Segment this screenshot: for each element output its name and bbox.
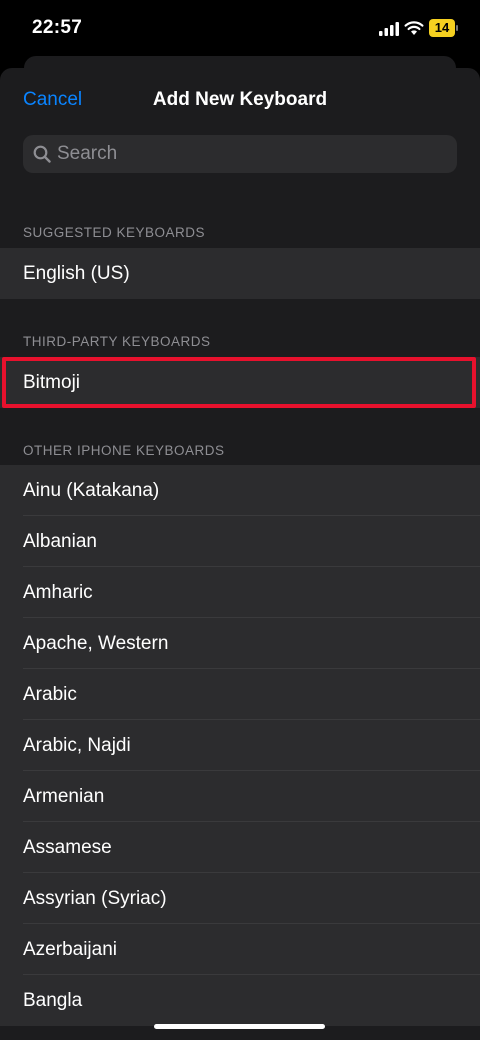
keyboard-row[interactable]: Arabic: [0, 669, 480, 720]
keyboard-label: Arabic, Najdi: [23, 735, 131, 756]
status-bar: 22:57 14: [0, 0, 480, 58]
keyboard-row[interactable]: Bangla: [0, 975, 480, 1026]
keyboard-label: Azerbaijani: [23, 939, 117, 960]
keyboard-row[interactable]: Ainu (Katakana): [0, 465, 480, 516]
keyboard-label: Amharic: [23, 582, 93, 603]
battery-level: 14: [429, 19, 455, 37]
keyboard-row[interactable]: Albanian: [0, 516, 480, 567]
keyboard-row[interactable]: Assamese: [0, 822, 480, 873]
keyboard-label: Assyrian (Syriac): [23, 888, 167, 909]
keyboard-label: Arabic: [23, 684, 77, 705]
keyboard-row[interactable]: Assyrian (Syriac): [0, 873, 480, 924]
keyboard-label: Assamese: [23, 837, 112, 858]
search-bar[interactable]: [23, 135, 457, 173]
keyboard-row[interactable]: Apache, Western: [0, 618, 480, 669]
keyboard-row[interactable]: Amharic: [0, 567, 480, 618]
battery-icon: 14: [429, 19, 459, 38]
search-icon: [33, 145, 51, 163]
section-header-third-party: THIRD-PARTY KEYBOARDS: [23, 334, 211, 349]
highlight-box: [2, 357, 476, 408]
keyboard-row-english-us[interactable]: English (US): [0, 248, 480, 299]
page-title: Add New Keyboard: [152, 89, 328, 110]
keyboard-label: Albanian: [23, 531, 97, 552]
keyboard-label: Ainu (Katakana): [23, 480, 160, 501]
section-header-suggested: SUGGESTED KEYBOARDS: [23, 225, 206, 240]
wifi-icon: [404, 21, 424, 35]
section-header-other: OTHER IPHONE KEYBOARDS: [23, 443, 225, 458]
cellular-signal-icon: [379, 22, 399, 36]
status-time: 22:57: [32, 17, 83, 38]
keyboard-label: Armenian: [23, 786, 105, 807]
keyboard-row[interactable]: Armenian: [0, 771, 480, 822]
keyboard-label: Bangla: [23, 990, 83, 1011]
battery-tip: [456, 25, 458, 31]
search-input[interactable]: [57, 135, 437, 173]
add-keyboard-sheet: Cancel Add New Keyboard SUGGESTED KEYBOA…: [0, 68, 480, 1040]
keyboard-row[interactable]: Arabic, Najdi: [0, 720, 480, 771]
keyboard-label: English (US): [23, 263, 130, 284]
keyboard-row[interactable]: Azerbaijani: [0, 924, 480, 975]
home-indicator[interactable]: [154, 1024, 325, 1029]
navigation-bar: Cancel Add New Keyboard: [0, 68, 480, 130]
keyboard-label: Apache, Western: [23, 633, 169, 654]
